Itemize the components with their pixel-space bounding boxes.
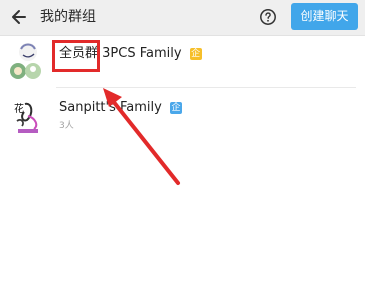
page-title: 我的群组 (40, 9, 96, 25)
empty-list-area (0, 150, 365, 288)
help-button[interactable] (259, 8, 277, 26)
top-bar: 我的群组 创建聊天 (0, 0, 365, 36)
enterprise-badge: 企 (169, 101, 182, 114)
my-groups-screen: 我的群组 创建聊天 全员群 3PCS Family 企 花 Sanpitt's … (0, 0, 365, 288)
group-avatar (10, 41, 46, 83)
highlight-box (52, 40, 100, 72)
question-circle-icon (260, 9, 276, 25)
enterprise-badge: 企 (189, 47, 202, 60)
group-list-item[interactable]: 花 Sanpitt's Family 企 3人 (0, 90, 365, 141)
create-chat-button[interactable]: 创建聊天 (291, 3, 358, 30)
member-count: 3人 (59, 121, 74, 131)
group-name: Sanpitt's Family 企 (59, 100, 182, 115)
group-avatar: 花 (10, 94, 46, 136)
back-button[interactable] (8, 6, 32, 28)
list-divider (56, 87, 356, 88)
arrow-left-icon (12, 10, 26, 24)
